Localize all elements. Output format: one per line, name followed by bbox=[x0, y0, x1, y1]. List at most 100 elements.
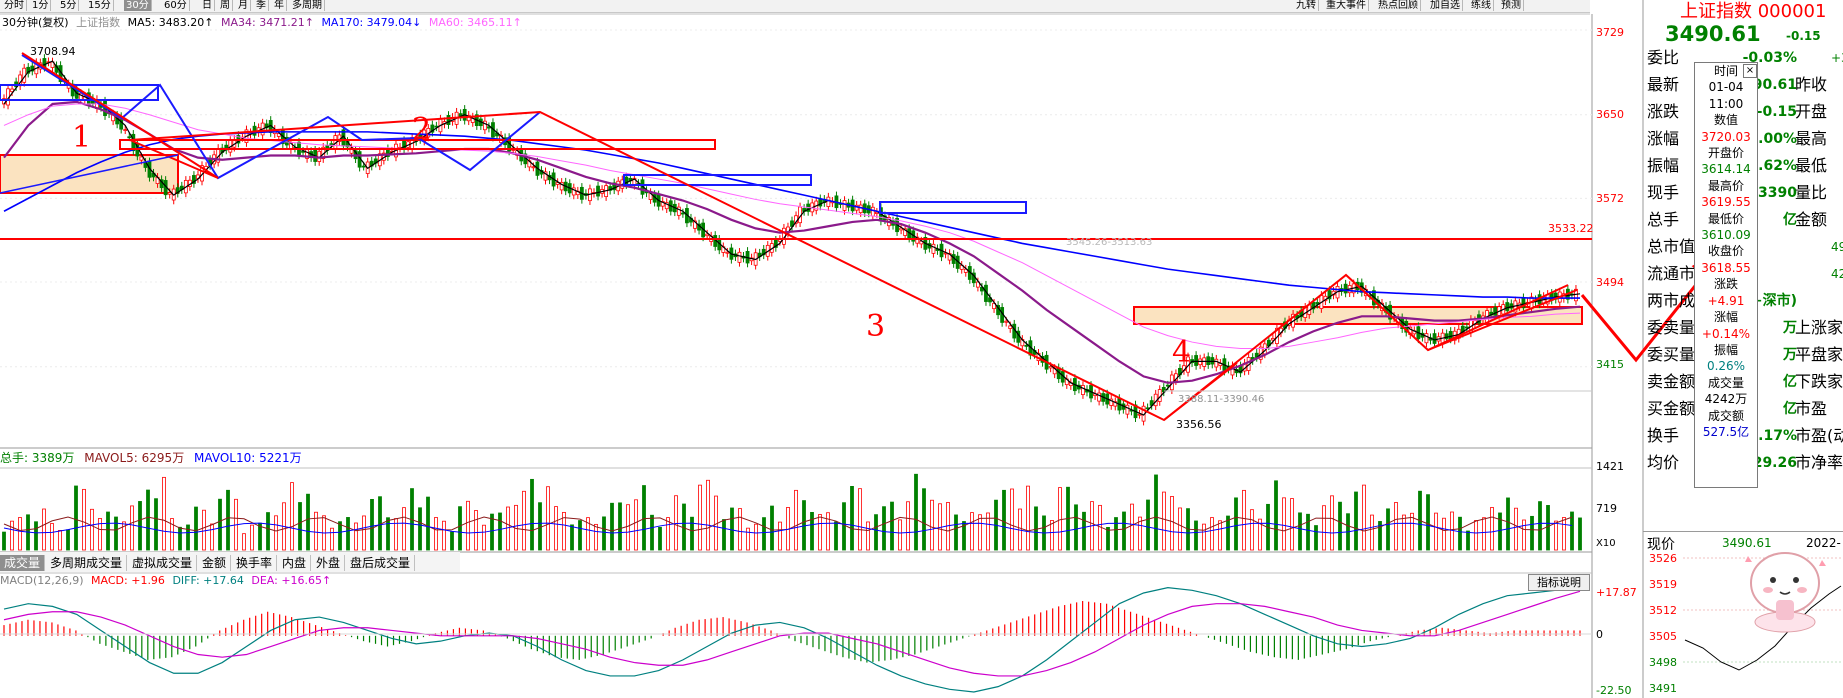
volume-bar bbox=[1058, 487, 1062, 551]
ma170-legend: MA170: 3479.04↓ bbox=[321, 16, 422, 29]
quote-label2: 金额 bbox=[1795, 210, 1828, 229]
quote-label: 振幅 bbox=[1647, 156, 1680, 175]
volume-indicator-tab[interactable]: 多周期成交量 bbox=[46, 555, 128, 571]
volume-bar bbox=[690, 516, 694, 551]
quote-value2: 49 bbox=[1831, 240, 1843, 254]
volume-bar bbox=[602, 516, 606, 551]
volume-bar bbox=[1250, 509, 1254, 551]
popup-close-icon[interactable]: × bbox=[1743, 64, 1757, 78]
quote-label: 换手 bbox=[1647, 426, 1680, 445]
volume-bar bbox=[978, 514, 982, 551]
volume-bar bbox=[130, 505, 134, 551]
quote-label2: 市盈 bbox=[1795, 399, 1828, 418]
popup-date: 01-04 bbox=[1708, 80, 1744, 95]
popup-value: 3720.03 bbox=[1701, 129, 1751, 144]
volume-bar bbox=[850, 486, 854, 551]
candle-body bbox=[1137, 413, 1142, 416]
volume-bar bbox=[1362, 484, 1366, 551]
volume-bar bbox=[666, 517, 670, 551]
volume-bar bbox=[1386, 508, 1390, 551]
popup-amp: 0.26% bbox=[1706, 359, 1746, 374]
volume-bar bbox=[1234, 497, 1238, 551]
indicator-help-button[interactable]: 指标说明 bbox=[1528, 574, 1590, 591]
quote-label2: 市盈(动) bbox=[1795, 426, 1843, 445]
volume-bar bbox=[266, 512, 270, 551]
mini-axis-label: 3519 bbox=[1649, 578, 1677, 591]
volume-bar bbox=[1202, 523, 1206, 551]
wave-label-1: 1 bbox=[72, 120, 91, 155]
sticker-blush bbox=[1797, 587, 1807, 593]
quote-label: 两市成 bbox=[1647, 291, 1696, 310]
popup-open: 3614.14 bbox=[1701, 162, 1751, 177]
volume-bar bbox=[1474, 520, 1478, 551]
macd-value: MACD: +1.96 bbox=[91, 574, 165, 587]
volume-indicator-tab[interactable]: 金额 bbox=[198, 555, 232, 571]
volume-bar bbox=[754, 523, 758, 551]
volume-bar bbox=[1130, 503, 1134, 551]
volume-bar bbox=[914, 473, 918, 551]
quote-label2: 开盘 bbox=[1795, 102, 1828, 121]
volume-bar bbox=[1354, 491, 1358, 551]
sticker-heart bbox=[1819, 560, 1826, 566]
volume-bar bbox=[82, 488, 86, 551]
volume-bar bbox=[810, 512, 814, 551]
macd-lines bbox=[3, 587, 1581, 693]
volume-indicator-tab[interactable]: 外盘 bbox=[312, 555, 346, 571]
popup-amp-label: 振幅 bbox=[1713, 342, 1738, 357]
candle-body bbox=[725, 251, 730, 254]
quote-label: 涨幅 bbox=[1647, 129, 1680, 148]
popup-low: 3610.09 bbox=[1701, 228, 1751, 243]
volume-bar bbox=[1434, 512, 1438, 551]
volume-bar bbox=[762, 517, 766, 551]
popup-high: 3619.55 bbox=[1701, 195, 1751, 210]
volume-bar bbox=[362, 515, 366, 551]
popup-amt: 527.5亿 bbox=[1702, 424, 1750, 439]
volume-bar bbox=[778, 521, 782, 551]
crosshair-info-popup: 时间 01-04 11:00 数值 3720.03 开盘价 3614.14 最高… bbox=[1694, 62, 1758, 488]
candle-body bbox=[1202, 357, 1207, 367]
volume-bar bbox=[970, 512, 974, 551]
mavol5-legend: MAVOL5: 6295万 bbox=[84, 451, 185, 465]
volume-indicator-tabs: 成交量 多周期成交量 虚拟成交量 金额 换手率 内盘 外盘 盘后成交量 bbox=[0, 552, 460, 572]
volume-bar bbox=[610, 502, 614, 551]
volume-indicator-tab[interactable]: 盘后成交量 bbox=[346, 555, 416, 571]
ma-line-ma34 bbox=[3, 100, 1581, 384]
volume-bar bbox=[1370, 514, 1374, 551]
volume-bar bbox=[498, 512, 502, 551]
volume-bar bbox=[570, 524, 574, 551]
volume-indicator-tab[interactable]: 成交量 bbox=[0, 555, 46, 571]
cartoon-sticker bbox=[1745, 552, 1826, 633]
volume-bar bbox=[698, 484, 702, 551]
volume-bar bbox=[346, 517, 350, 551]
popup-open-label: 开盘价 bbox=[1707, 146, 1744, 161]
quote-label2: 最高 bbox=[1795, 129, 1828, 148]
volume-bar bbox=[1482, 517, 1486, 551]
stock-chart[interactable]: 1 2 3 4 3708.94 3356.56 3533.22 3388.11-… bbox=[0, 0, 1843, 698]
volume-bar bbox=[546, 486, 550, 551]
level-price-label: 3533.22 bbox=[1548, 222, 1594, 235]
candle-body bbox=[680, 212, 685, 215]
volume-bar bbox=[106, 511, 110, 551]
quote-label: 总手 bbox=[1647, 210, 1680, 229]
volume-indicator-tab[interactable]: 内盘 bbox=[278, 555, 312, 571]
candle-body bbox=[482, 120, 487, 131]
box-blue-3 bbox=[879, 201, 1027, 214]
candle-body bbox=[870, 206, 875, 217]
volume-bar bbox=[930, 499, 934, 551]
volume-bar bbox=[114, 516, 118, 551]
volume-bar bbox=[1298, 512, 1302, 551]
quote-label: 买金额 bbox=[1647, 399, 1696, 418]
volume-indicator-tab[interactable]: 换手率 bbox=[232, 555, 278, 571]
candle-body bbox=[858, 204, 863, 214]
volume-legend: 总手: 3389万 MAVOL5: 6295万 MAVOL10: 5221万 bbox=[0, 449, 302, 465]
candle-body bbox=[139, 156, 144, 161]
volume-bar bbox=[794, 489, 798, 551]
volume-bar bbox=[66, 529, 70, 551]
volume-indicator-tab[interactable]: 虚拟成交量 bbox=[128, 555, 198, 571]
volume-bar bbox=[1522, 519, 1526, 551]
macd-line-diff bbox=[3, 587, 1581, 693]
volume-bar bbox=[1282, 497, 1286, 551]
volume-bar bbox=[1426, 494, 1430, 551]
price-axis-label: 3572 bbox=[1596, 192, 1624, 205]
price-axis-label: 3494 bbox=[1596, 276, 1624, 289]
